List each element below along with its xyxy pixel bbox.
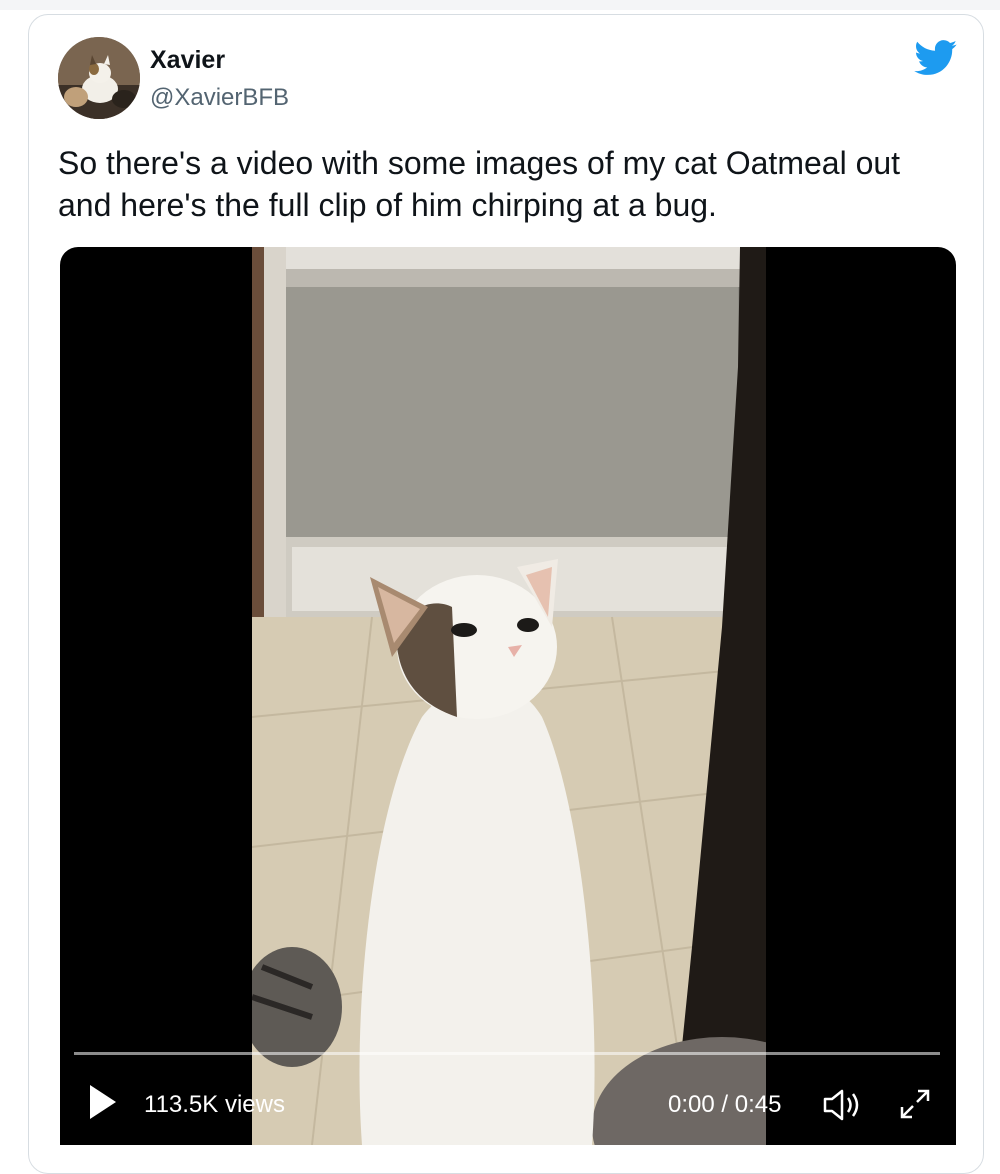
- twitter-bird-icon[interactable]: [914, 40, 958, 76]
- volume-icon[interactable]: [822, 1087, 864, 1123]
- video-time: 0:00 / 0:45: [668, 1091, 782, 1118]
- author-name[interactable]: Xavier: [150, 46, 225, 75]
- avatar[interactable]: [58, 37, 140, 119]
- avatar-image: [58, 37, 140, 119]
- play-icon[interactable]: [88, 1083, 118, 1121]
- progress-bar[interactable]: [74, 1052, 940, 1055]
- expand-icon[interactable]: [896, 1085, 934, 1123]
- top-edge: [0, 0, 1000, 10]
- view-count: 113.5K views: [144, 1091, 285, 1118]
- video-frame: [252, 247, 766, 1145]
- author-handle[interactable]: @XavierBFB: [150, 84, 289, 112]
- video-player[interactable]: 113.5K views 0:00 / 0:45: [60, 247, 956, 1145]
- tweet-text: So there's a video with some images of m…: [58, 145, 901, 223]
